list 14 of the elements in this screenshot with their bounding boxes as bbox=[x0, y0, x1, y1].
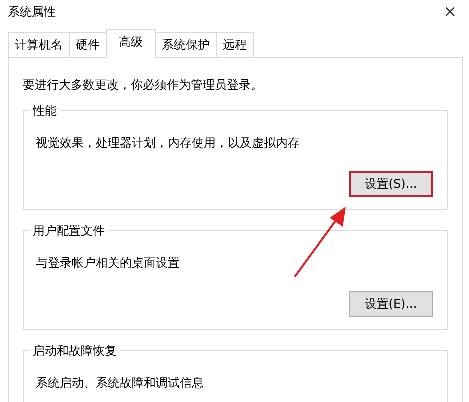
group-description: 系统启动、系统故障和调试信息 bbox=[36, 375, 205, 392]
tab[interactable]: 计算机名 bbox=[8, 32, 70, 57]
group-description: 与登录帐户相关的桌面设置 bbox=[36, 255, 181, 272]
group-title: 启动和故障恢复 bbox=[30, 342, 120, 360]
notice-text: 要进行大多数更改，你必须作为管理员登录。 bbox=[23, 77, 264, 94]
close-button[interactable]: × bbox=[440, 4, 461, 20]
settings-button[interactable]: 设置(E)... bbox=[349, 291, 433, 317]
window-title: 系统属性 bbox=[8, 4, 56, 21]
group-description: 视觉效果，处理器计划，内存使用，以及虚拟内存 bbox=[36, 135, 301, 152]
settings-button[interactable]: 设置(S)... bbox=[349, 171, 433, 197]
tab[interactable]: 高级 bbox=[106, 29, 156, 58]
tab[interactable]: 远程 bbox=[216, 32, 254, 57]
group-title: 用户配置文件 bbox=[30, 222, 108, 240]
group-title: 性能 bbox=[30, 102, 60, 120]
